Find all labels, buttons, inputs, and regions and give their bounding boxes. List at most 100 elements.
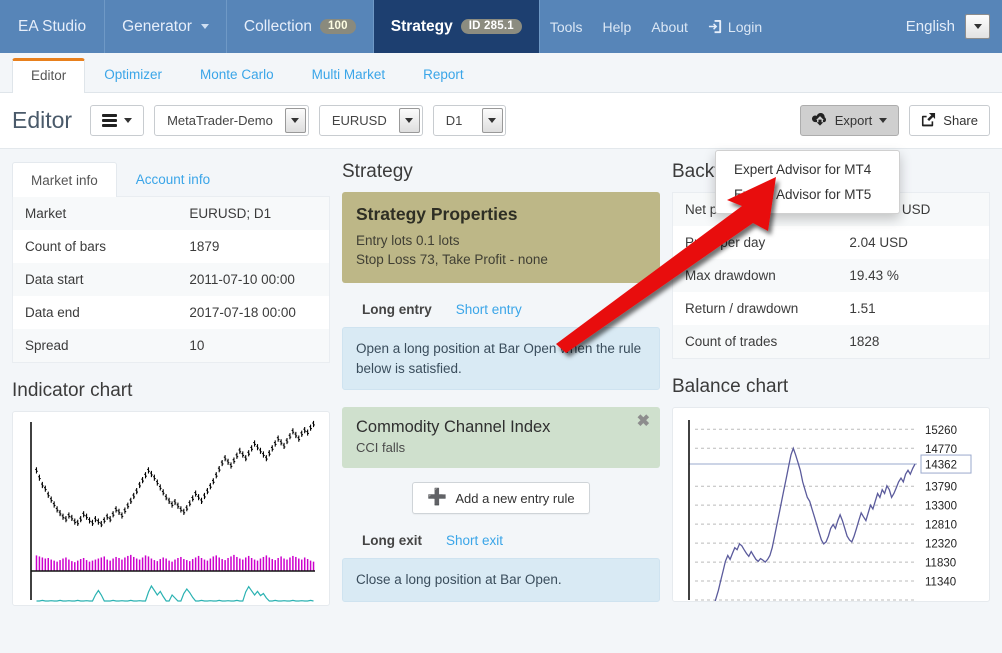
row-value: 19.43 % [837,259,989,292]
export-menu-item-mt4[interactable]: Expert Advisor for MT4 [716,157,899,182]
entry-rule-card[interactable]: ✖ Commodity Channel Index CCI falls [342,407,660,468]
row-key: Count of bars [13,230,178,263]
row-value: 1828 [837,325,989,359]
strategy-stop-take: Stop Loss 73, Take Profit - none [356,250,646,269]
balance-chart-card[interactable]: 1526014770143621379013300128101232011830… [672,407,990,602]
export-button-label: Export [835,113,873,128]
backtest-stats-table: Net profit4361.56 USD Profit per day2.04… [672,192,990,359]
nav-item-about[interactable]: About [641,0,698,53]
language-label: English [906,18,955,35]
nav-login-label: Login [728,19,762,35]
tab-account-info-label: Account info [136,172,210,187]
plus-icon: ➕ [427,490,447,506]
svg-text:11830: 11830 [925,558,956,570]
tab-editor-label: Editor [31,68,66,83]
chevron-down-icon [201,24,209,29]
nav-item-generator[interactable]: Generator [105,0,227,53]
strategy-properties-box[interactable]: Strategy Properties Entry lots 0.1 lots … [342,192,660,283]
add-rule-row: ➕ Add a new entry rule [342,482,660,514]
row-key: Count of trades [673,325,838,359]
share-icon [921,112,936,130]
brand-ea-studio[interactable]: EA Studio [0,0,105,53]
tab-short-exit[interactable]: Short exit [446,533,503,548]
row-value: 2011-07-10 00:00 [177,263,329,296]
row-key: Profit per day [673,226,838,259]
brand-label: EA Studio [18,18,86,36]
nav-item-strategy[interactable]: Strategy ID 285.1 [374,0,540,53]
chevron-down-icon [974,24,982,29]
nav-item-tools[interactable]: Tools [540,0,593,53]
svg-text:12810: 12810 [925,520,957,532]
chevron-down-icon[interactable] [285,108,306,133]
row-value: 10 [177,329,329,363]
strategy-id-badge: ID 285.1 [461,19,522,34]
nav-help-label: Help [603,19,632,35]
indicator-condition: CCI falls [356,440,646,455]
indicator-name: Commodity Channel Index [356,418,646,437]
row-key: Max drawdown [673,259,838,292]
period-select-value: D1 [434,113,482,128]
export-dropdown-menu: Expert Advisor for MT4 Expert Advisor fo… [715,150,900,214]
collection-count-badge: 100 [320,19,356,34]
tab-short-entry[interactable]: Short entry [456,302,522,317]
nav-item-collection[interactable]: Collection 100 [227,0,374,53]
nav-right-group: English [906,0,1002,53]
left-column: Market info Account info MarketEURUSD; D… [12,161,330,653]
add-entry-rule-button[interactable]: ➕ Add a new entry rule [412,482,589,514]
main-content: Market info Account info MarketEURUSD; D… [0,149,1002,653]
row-key: Market [13,197,178,231]
broker-select[interactable]: MetaTrader-Demo [154,105,309,136]
strategy-title: Strategy [342,161,660,183]
hamburger-icon [102,114,117,127]
table-row: Count of bars1879 [13,230,330,263]
svg-text:12320: 12320 [925,539,957,551]
menu-button[interactable] [90,105,144,136]
language-dropdown-button[interactable] [965,14,990,39]
tab-editor[interactable]: Editor [12,58,85,93]
row-key: Data end [13,296,178,329]
exit-direction-tabs: Long exit Short exit [342,533,660,548]
row-value: 1879 [177,230,329,263]
market-info-table: MarketEURUSD; D1 Count of bars1879 Data … [12,196,330,363]
export-menu-item-mt5[interactable]: Expert Advisor for MT5 [716,182,899,207]
right-column: Backtest Net profit4361.56 USD Profit pe… [672,161,990,653]
center-column: Strategy Strategy Properties Entry lots … [342,161,660,653]
chevron-down-icon[interactable] [399,108,420,133]
tab-long-exit[interactable]: Long exit [362,533,422,548]
row-value: 2017-07-18 00:00 [177,296,329,329]
add-entry-rule-label: Add a new entry rule [455,491,574,506]
indicator-chart-svg [19,418,319,606]
table-row: Data end2017-07-18 00:00 [13,296,330,329]
nav-item-help[interactable]: Help [593,0,642,53]
indicator-chart-card[interactable] [12,411,330,606]
row-key: Return / drawdown [673,292,838,325]
period-select[interactable]: D1 [433,105,506,136]
row-value: 2.04 USD [837,226,989,259]
svg-text:15260: 15260 [925,425,957,437]
close-icon[interactable]: ✖ [637,414,650,430]
nav-generator-label: Generator [122,18,192,36]
svg-text:13300: 13300 [925,501,957,513]
tab-report[interactable]: Report [404,57,483,92]
nav-item-login[interactable]: Login [698,0,772,53]
entry-description-box: Open a long position at Bar Open when th… [342,327,660,390]
row-key: Data start [13,263,178,296]
tab-optimizer[interactable]: Optimizer [85,57,181,92]
tab-account-info[interactable]: Account info [117,161,229,196]
export-button[interactable]: Export [800,105,900,136]
editor-toolbar: Editor MetaTrader-Demo EURUSD D1 Export … [0,93,1002,149]
tab-long-entry[interactable]: Long entry [362,302,432,317]
table-row: Max drawdown19.43 % [673,259,990,292]
symbol-select[interactable]: EURUSD [319,105,423,136]
tab-optimizer-label: Optimizer [104,67,162,82]
tab-multi-market[interactable]: Multi Market [293,57,405,92]
share-button[interactable]: Share [909,105,990,136]
tab-monte-carlo[interactable]: Monte Carlo [181,57,293,92]
nav-tools-label: Tools [550,19,583,35]
chevron-down-icon [879,118,887,123]
tab-market-info[interactable]: Market info [12,162,117,197]
chevron-down-icon[interactable] [482,108,503,133]
broker-select-value: MetaTrader-Demo [155,113,285,128]
tab-market-info-label: Market info [31,173,98,188]
table-row: MarketEURUSD; D1 [13,197,330,231]
